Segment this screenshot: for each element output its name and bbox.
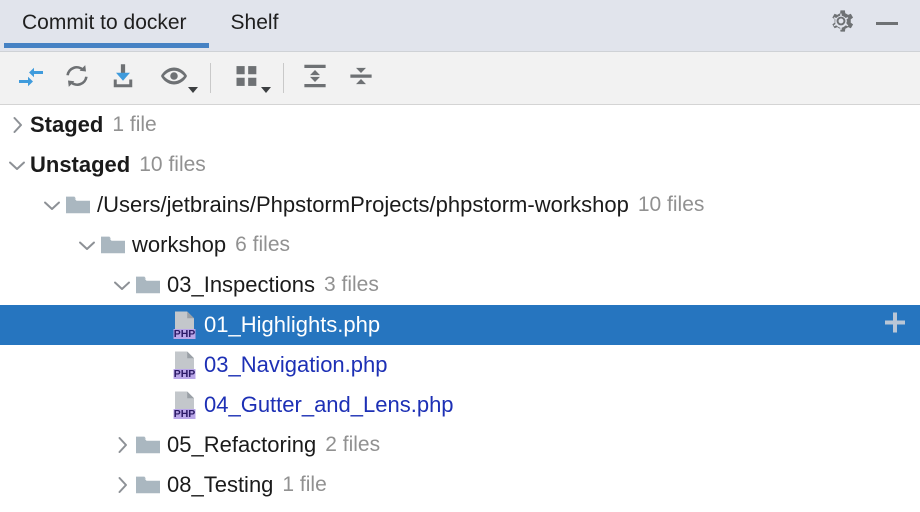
show-diff-icon [16, 61, 46, 96]
tab-commit-to-docker[interactable]: Commit to docker [0, 0, 209, 48]
chevron-right-icon[interactable] [109, 465, 135, 505]
collapse-all-button[interactable] [338, 56, 384, 100]
folder-name: 05_Refactoring [167, 432, 317, 457]
file-count: 6 files [235, 233, 291, 256]
plus-icon[interactable] [880, 308, 910, 343]
gear-icon [827, 7, 855, 40]
preview-eye-icon [159, 61, 189, 96]
refresh-button[interactable] [54, 56, 100, 100]
group-by-button[interactable] [219, 56, 275, 100]
file-count: 1 file [282, 473, 327, 496]
tab-list: Commit to docker Shelf [0, 0, 301, 48]
file-count: 2 files [325, 433, 381, 456]
svg-text:PHP: PHP [174, 328, 196, 340]
tree-row-08-testing[interactable]: 08_Testing 1 file [0, 465, 920, 505]
window-actions [822, 0, 920, 46]
chevron-right-icon[interactable] [4, 105, 30, 145]
group-name: Staged [30, 112, 104, 137]
chevron-down-icon[interactable] [74, 225, 100, 265]
tree-row-03-inspections[interactable]: 03_Inspections 3 files [0, 265, 920, 305]
svg-text:PHP: PHP [174, 408, 196, 420]
expand-all-button[interactable] [292, 56, 338, 100]
toolbar-separator [210, 63, 211, 93]
revert-icon [108, 61, 138, 96]
svg-text:PHP: PHP [174, 368, 196, 380]
collapse-all-icon [346, 61, 376, 96]
chevron-down-icon [188, 87, 198, 93]
file-count: 10 files [637, 193, 705, 216]
tree-row-project-root[interactable]: /Users/jetbrains/PhpstormProjects/phpsto… [0, 185, 920, 225]
refresh-icon [62, 61, 92, 96]
file-name: 01_Highlights.php [204, 312, 381, 337]
chevron-right-icon[interactable] [109, 425, 135, 465]
tree-row-staged[interactable]: Staged 1 file [0, 105, 920, 145]
folder-icon [135, 465, 161, 505]
folder-icon [65, 185, 91, 225]
php-file-icon: PHP [170, 305, 200, 345]
window-tabbar: Commit to docker Shelf [0, 0, 920, 52]
file-name: 03_Navigation.php [204, 352, 388, 377]
php-file-icon: PHP [170, 345, 200, 385]
minimize-button[interactable] [868, 4, 906, 42]
tab-label: Shelf [230, 11, 279, 34]
folder-name: 08_Testing [167, 472, 274, 497]
changes-tree[interactable]: Staged 1 file Unstaged 10 files/Users/jetbr… [0, 105, 920, 511]
tab-label: Commit to docker [22, 11, 187, 34]
group-by-icon [233, 62, 261, 95]
folder-name: workshop [132, 232, 227, 257]
tree-row-03-navigation[interactable]: PHP 03_Navigation.php [0, 345, 920, 385]
commit-toolbar [0, 52, 920, 105]
file-name: 04_Gutter_and_Lens.php [204, 392, 454, 417]
file-count: 10 files [139, 153, 206, 176]
tree-row-05-refactoring[interactable]: 05_Refactoring 2 files [0, 425, 920, 465]
settings-gear-button[interactable] [822, 4, 860, 42]
php-file-icon: PHP [170, 385, 200, 425]
file-count: 1 file [112, 113, 157, 136]
preview-diff-button[interactable] [146, 56, 202, 100]
tree-row-01-highlights[interactable]: PHP 01_Highlights.php [0, 305, 920, 345]
folder-icon [135, 265, 161, 305]
folder-name: /Users/jetbrains/PhpstormProjects/phpsto… [97, 192, 629, 217]
show-diff-button[interactable] [8, 56, 54, 100]
tree-row-04-gutter-and-lens[interactable]: PHP 04_Gutter_and_Lens.php [0, 385, 920, 425]
tree-row-unstaged[interactable]: Unstaged 10 files [0, 145, 920, 185]
folder-icon [135, 425, 161, 465]
folder-icon [100, 225, 126, 265]
expand-all-icon [300, 61, 330, 96]
minimize-icon [876, 21, 898, 25]
rollback-button[interactable] [100, 56, 146, 100]
toolbar-separator [283, 63, 284, 93]
chevron-down-icon[interactable] [4, 145, 30, 185]
group-name: Unstaged [30, 152, 131, 177]
tree-row-workshop[interactable]: workshop 6 files [0, 225, 920, 265]
chevron-down-icon[interactable] [39, 185, 65, 225]
chevron-down-icon [261, 87, 271, 93]
file-count: 3 files [324, 273, 379, 296]
folder-name: 03_Inspections [167, 272, 315, 297]
chevron-down-icon[interactable] [109, 265, 135, 305]
tab-shelf[interactable]: Shelf [209, 0, 301, 46]
